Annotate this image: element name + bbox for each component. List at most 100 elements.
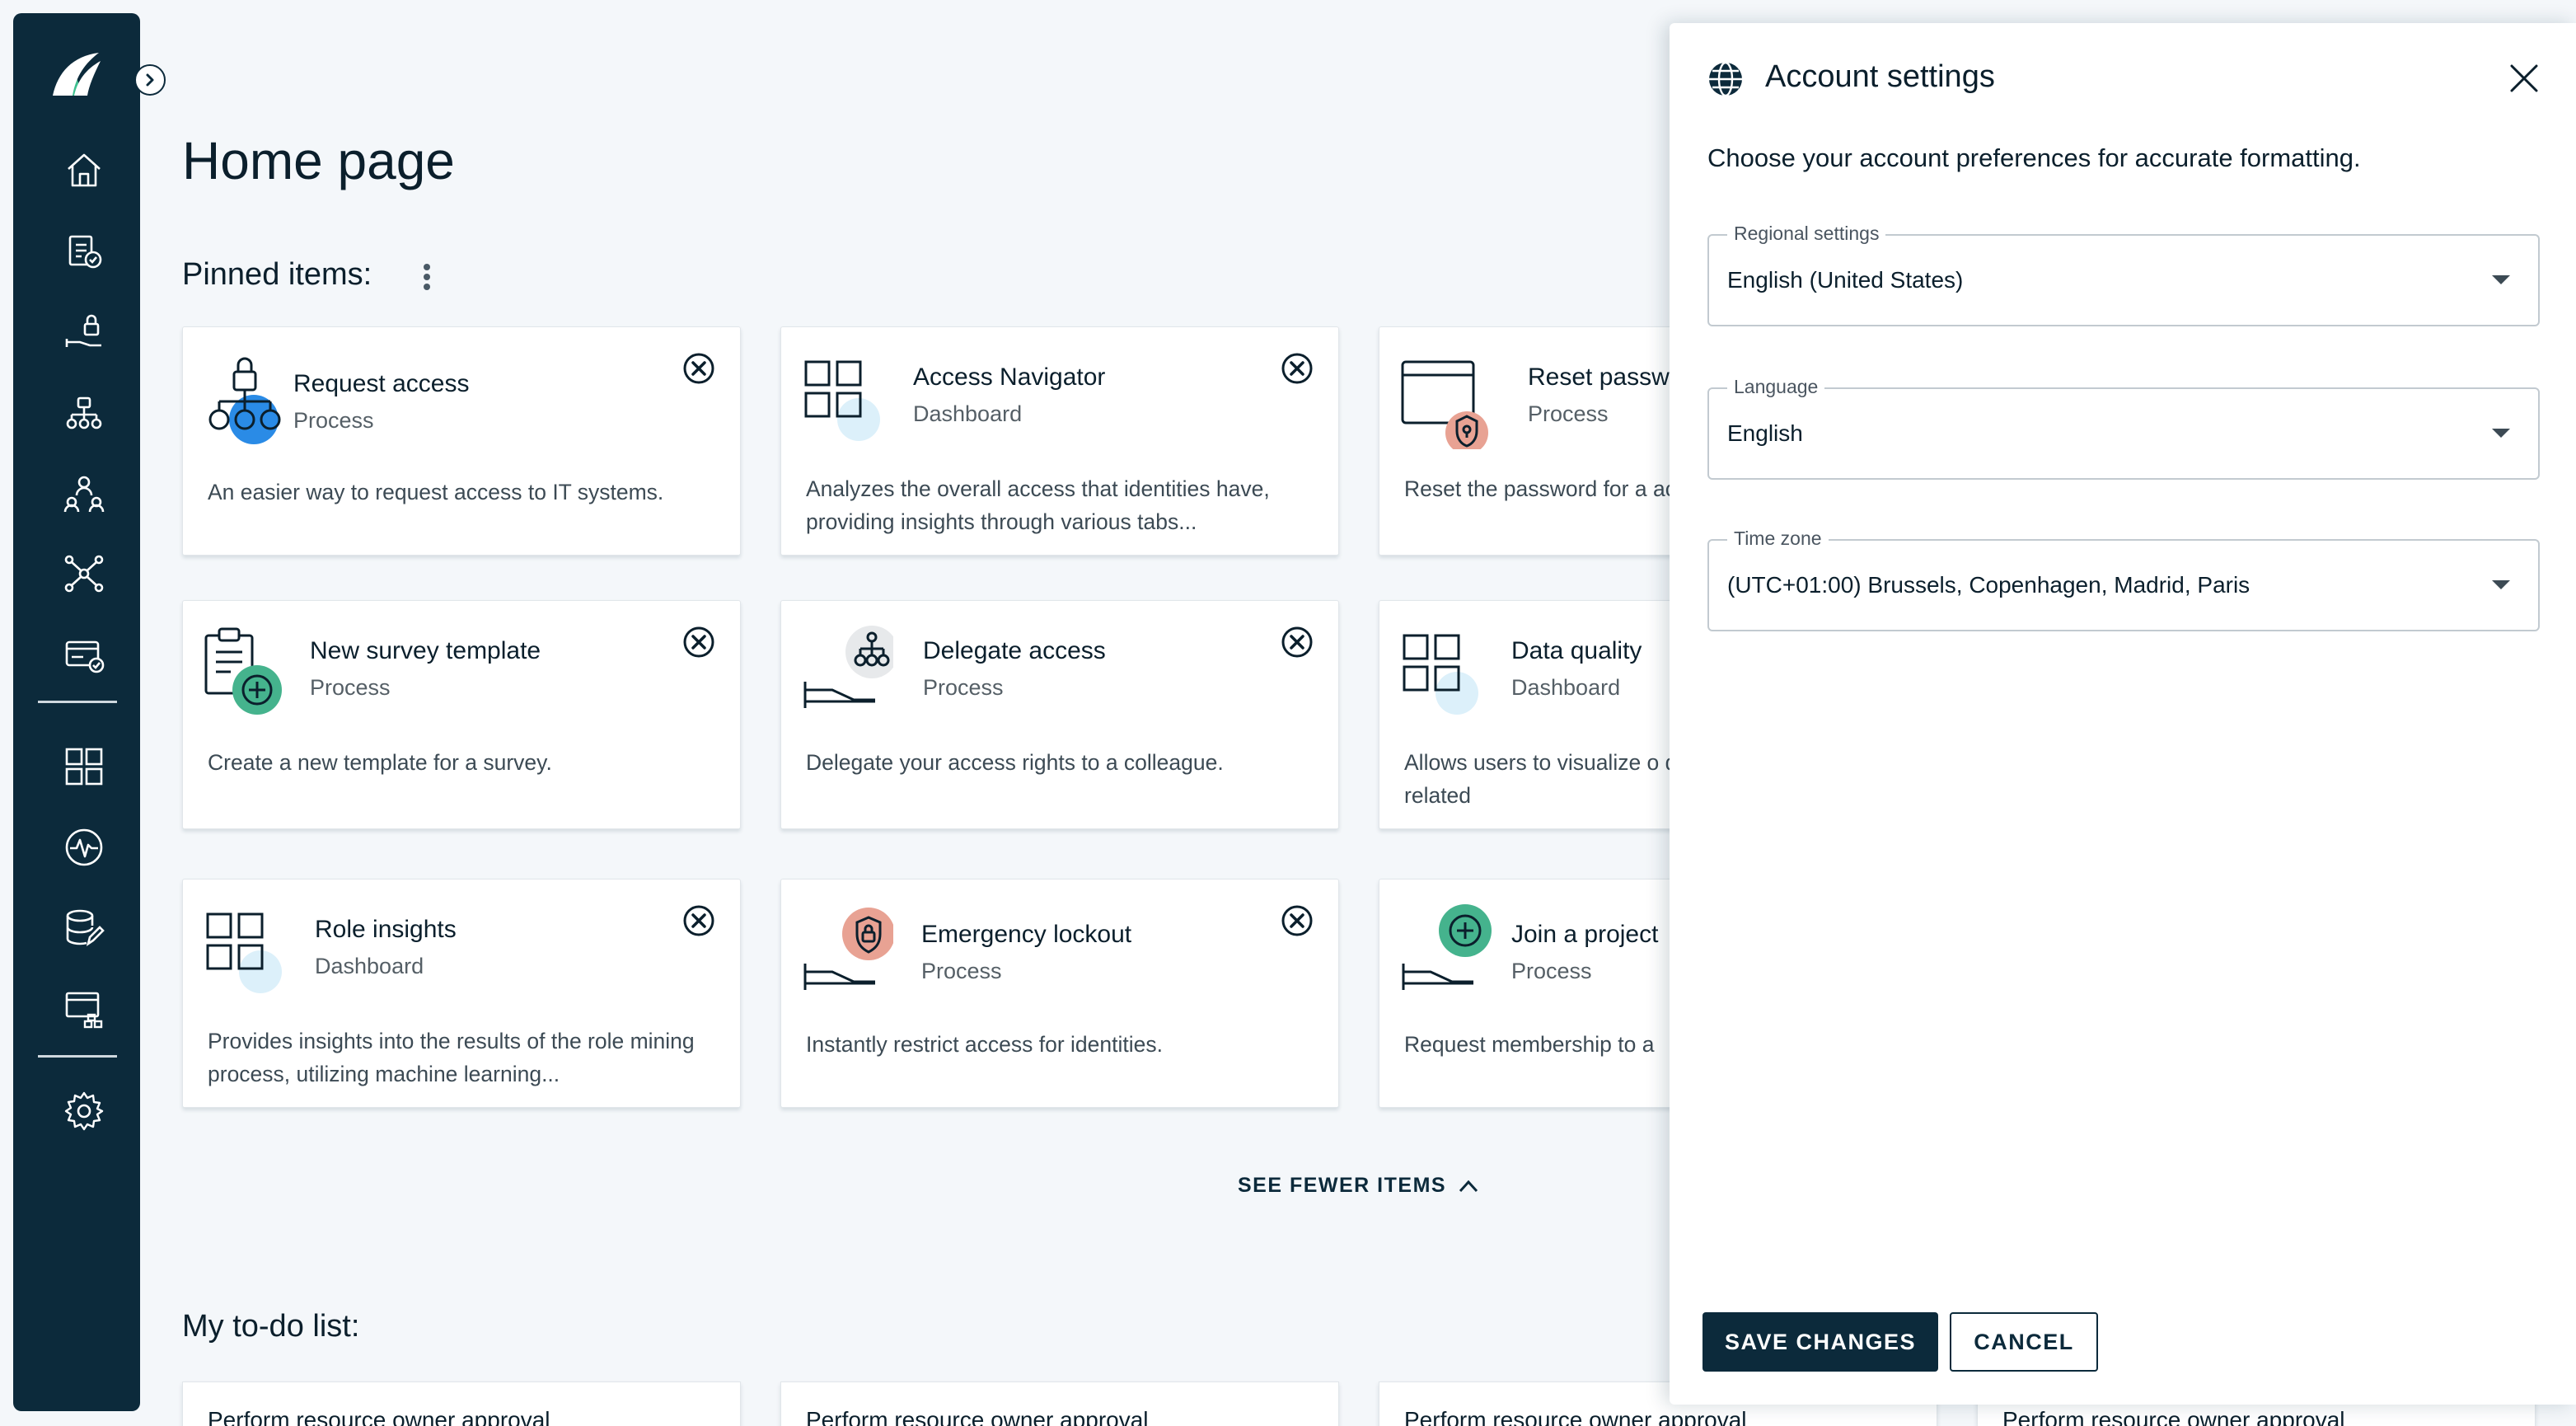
card-subtitle: Process xyxy=(1528,401,1609,426)
card-subtitle: Dashboard xyxy=(1511,675,1621,700)
card-title: New survey template xyxy=(310,637,541,664)
unpin-close-icon[interactable] xyxy=(1281,626,1314,659)
sidebar-item-dashboards[interactable] xyxy=(59,742,109,791)
dashboard-grid-icon xyxy=(1403,634,1478,715)
hand-lock-icon xyxy=(65,314,101,347)
database-edit-icon xyxy=(66,909,105,946)
caret-down-icon xyxy=(2492,275,2510,284)
card-title: Access Navigator xyxy=(913,364,1106,391)
sidebar-item-cards[interactable] xyxy=(59,630,109,679)
card-description: Provides insights into the results of th… xyxy=(208,1029,695,1086)
sidebar-item-home[interactable] xyxy=(59,145,109,195)
todo-item-label: Perform resource owner approval xyxy=(1404,1407,1747,1426)
pinned-card-emergency-lockout[interactable]: Emergency lockout Process Instantly rest… xyxy=(780,879,1339,1108)
sidebar-item-activity[interactable] xyxy=(59,823,109,872)
card-title: Role insights xyxy=(315,916,457,943)
card-title: Data quality xyxy=(1511,637,1642,664)
card-description: Instantly restrict access for identities… xyxy=(806,1032,1163,1057)
sidebar-item-org-access[interactable] xyxy=(59,387,109,437)
todo-item-label: Perform resource owner approval xyxy=(2002,1407,2345,1426)
time-zone-select[interactable]: Time zone (UTC+01:00) Brussels, Copenhag… xyxy=(1707,528,2540,631)
dashboard-grid-icon xyxy=(804,360,880,441)
request-access-icon xyxy=(208,357,281,444)
card-title: Join a project xyxy=(1511,921,1659,948)
pinned-card-access-navigator[interactable]: Access Navigator Dashboard Analyzes the … xyxy=(780,326,1339,556)
close-icon[interactable] xyxy=(2505,59,2543,97)
org-lock-icon xyxy=(66,396,102,429)
unpin-close-icon[interactable] xyxy=(682,904,715,937)
sidebar-item-tasks[interactable] xyxy=(59,226,109,275)
card-subtitle: Process xyxy=(1511,959,1592,983)
chevron-up-icon xyxy=(1459,1180,1478,1192)
field-label: Language xyxy=(1727,376,1825,398)
card-subtitle: Dashboard xyxy=(315,954,424,978)
sidebar-item-data[interactable] xyxy=(59,903,109,953)
emergency-lockout-icon xyxy=(803,908,893,990)
pinned-items-title: Pinned items: xyxy=(182,257,372,292)
sidebar-item-access[interactable] xyxy=(59,307,109,356)
sidebar-item-people[interactable] xyxy=(59,468,109,518)
page-title: Home page xyxy=(182,131,455,190)
field-value: English xyxy=(1727,420,1803,446)
sidebar-divider xyxy=(38,701,117,703)
dashboard-grid-icon xyxy=(65,748,103,786)
regional-settings-select[interactable]: Regional settings English (United States… xyxy=(1707,223,2540,326)
unpin-close-icon[interactable] xyxy=(682,352,715,385)
field-label: Regional settings xyxy=(1727,223,1886,245)
pinned-card-request-access[interactable]: Request access Process An easier way to … xyxy=(182,326,741,556)
globe-icon xyxy=(1709,61,1742,97)
account-settings-panel: Account settings Choose your account pre… xyxy=(1670,23,2576,1405)
kebab-dot xyxy=(424,284,430,290)
todo-list-title: My to-do list: xyxy=(182,1309,360,1344)
window-tree-icon xyxy=(65,992,103,1029)
reset-password-icon xyxy=(1401,360,1488,449)
sidebar-divider xyxy=(38,1055,117,1058)
todo-item[interactable]: Perform resource owner approval xyxy=(780,1381,1339,1426)
brand-logo[interactable] xyxy=(49,48,104,102)
network-nodes-icon xyxy=(64,555,104,593)
field-label: Time zone xyxy=(1727,528,1829,550)
home-icon xyxy=(68,153,101,187)
card-title: Delegate access xyxy=(923,637,1106,664)
card-title: Reset passw xyxy=(1528,364,1670,391)
kebab-dot xyxy=(424,274,430,280)
gear-icon xyxy=(64,1091,104,1131)
unpin-close-icon[interactable] xyxy=(1281,904,1314,937)
card-subtitle: Dashboard xyxy=(913,401,1023,426)
todo-item-label: Perform resource owner approval xyxy=(806,1407,1149,1426)
card-check-icon xyxy=(65,640,105,673)
caret-down-icon xyxy=(2492,429,2510,438)
card-title: Emergency lockout xyxy=(921,921,1132,948)
chevron-right-icon xyxy=(146,73,154,87)
sidebar-item-applications[interactable] xyxy=(59,984,109,1034)
save-changes-button[interactable]: SAVE CHANGES xyxy=(1703,1312,1938,1372)
card-subtitle: Process xyxy=(921,959,1002,983)
field-value: English (United States) xyxy=(1727,267,1964,293)
dashboard-grid-icon xyxy=(206,912,282,993)
see-fewer-items-button[interactable]: SEE FEWER ITEMS xyxy=(1238,1174,1479,1198)
pinned-card-role-insights[interactable]: Role insights Dashboard Provides insight… xyxy=(182,879,741,1108)
clipboard-check-icon xyxy=(68,235,102,269)
card-description: An easier way to request access to IT sy… xyxy=(208,480,664,504)
todo-item[interactable]: Perform resource owner approval xyxy=(182,1381,741,1426)
card-title: Request access xyxy=(293,370,470,397)
card-subtitle: Process xyxy=(310,675,391,700)
pinned-card-new-survey-template[interactable]: New survey template Process Create a new… xyxy=(182,600,741,829)
unpin-close-icon[interactable] xyxy=(682,626,715,659)
field-value: (UTC+01:00) Brussels, Copenhagen, Madrid… xyxy=(1727,572,2250,598)
sidebar-item-network[interactable] xyxy=(59,549,109,598)
unpin-close-icon[interactable] xyxy=(1281,352,1314,385)
caret-down-icon xyxy=(2492,580,2510,589)
sidebar-toggle-button[interactable] xyxy=(134,64,166,96)
cancel-button[interactable]: CANCEL xyxy=(1950,1312,2098,1372)
language-select[interactable]: Language English xyxy=(1707,376,2540,480)
sidebar-item-settings[interactable] xyxy=(59,1086,109,1136)
activity-icon xyxy=(65,828,103,866)
join-project-icon xyxy=(1402,904,1492,990)
card-subtitle: Process xyxy=(293,408,374,433)
kebab-dot xyxy=(424,264,430,270)
people-network-icon xyxy=(63,476,105,513)
pinned-card-delegate-access[interactable]: Delegate access Process Delegate your ac… xyxy=(780,600,1339,829)
pinned-items-menu-button[interactable] xyxy=(419,260,435,293)
card-subtitle: Process xyxy=(923,675,1004,700)
